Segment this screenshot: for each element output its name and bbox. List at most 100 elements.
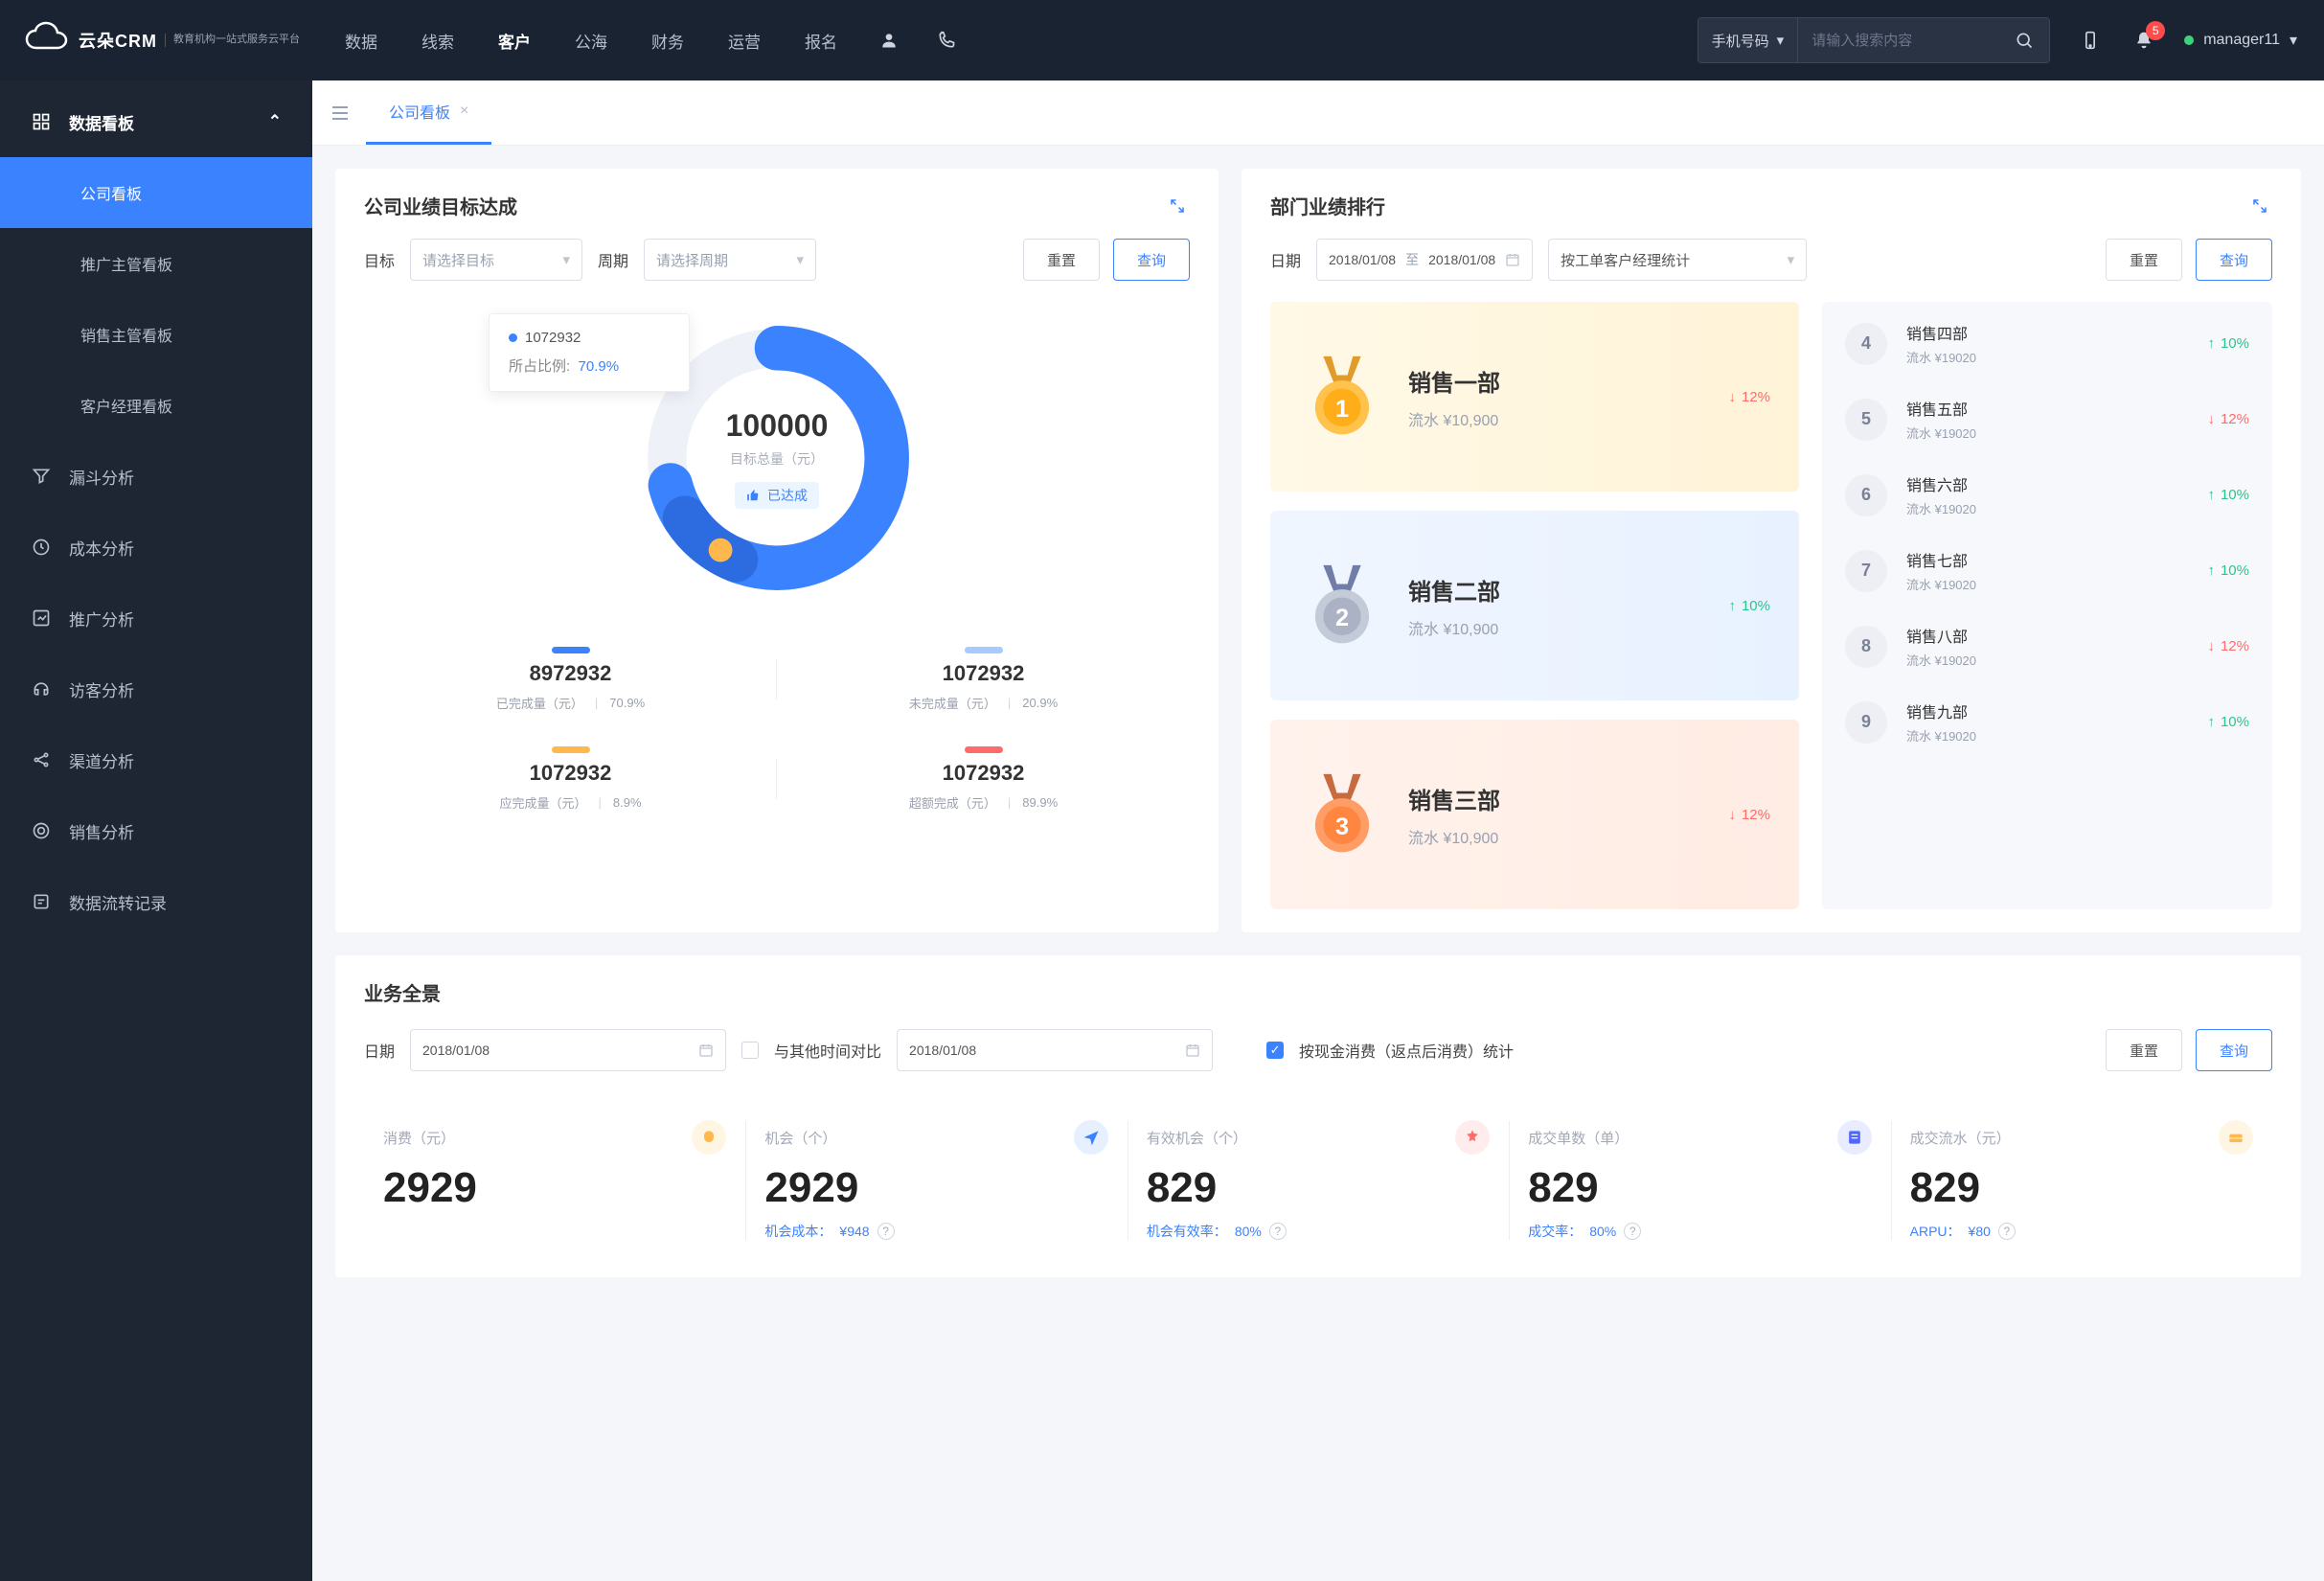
mobile-icon[interactable]	[2077, 27, 2104, 54]
goal-query-button[interactable]: 查询	[1113, 239, 1190, 281]
arrow-up-icon: ↑	[2207, 487, 2215, 503]
arrow-down-icon: ↓	[2207, 411, 2215, 427]
legend-bar-icon	[552, 647, 590, 653]
global-search: 手机号码 ▾	[1697, 17, 2051, 63]
sidebar-item-label: 成本分析	[69, 536, 134, 560]
nav-customer[interactable]: 客户	[498, 29, 531, 53]
stat-value: 1072932	[943, 661, 1025, 686]
help-icon[interactable]: ?	[877, 1223, 895, 1240]
delta-value: 12%	[1742, 389, 1770, 405]
sidebar-group-dashboard[interactable]: 数据看板 ⌃	[0, 86, 312, 157]
sidebar-item-label: 访客分析	[69, 677, 134, 701]
sidebar-item-channel[interactable]: 渠道分析	[0, 724, 312, 795]
silver-medal-icon: 2	[1299, 562, 1385, 649]
search-button[interactable]	[1999, 18, 2049, 62]
overview-query-button[interactable]: 查询	[2196, 1029, 2272, 1071]
search-input[interactable]	[1798, 18, 1999, 62]
chevron-up-icon: ⌃	[268, 112, 282, 131]
date-from: 2018/01/08	[1329, 252, 1396, 267]
metric-value: 2929	[764, 1164, 1107, 1212]
tooltip-value: 1072932	[525, 330, 581, 346]
user-menu[interactable]: manager11 ▾	[2184, 31, 2297, 50]
dashboard-icon	[31, 112, 52, 131]
flow-prefix: 流水	[1408, 831, 1439, 847]
sidebar-item-sales[interactable]: 销售分析	[0, 795, 312, 866]
rank-number: 5	[1845, 399, 1887, 441]
ranking-query-button[interactable]: 查询	[2196, 239, 2272, 281]
help-icon[interactable]: ?	[1624, 1223, 1641, 1240]
sidebar-sub-sales-mgr[interactable]: 销售主管看板	[0, 299, 312, 370]
ranking-reset-button[interactable]: 重置	[2106, 239, 2182, 281]
ranking-list: 1 销售一部流水 ¥10,900 ↓12% 2 销售二部流水 ¥10,900 ↑…	[1270, 302, 2272, 909]
user-icon[interactable]	[876, 27, 902, 54]
logo[interactable]: 云朵CRM 教育机构一站式服务云平台	[23, 21, 310, 59]
ranking-card-title: 部门业绩排行	[1270, 192, 1385, 219]
sidebar-sub-account-mgr[interactable]: 客户经理看板	[0, 370, 312, 441]
sidebar-sub-company[interactable]: 公司看板	[0, 157, 312, 228]
phone-icon[interactable]	[933, 27, 960, 54]
rank-name: 销售五部	[1906, 397, 2188, 420]
logo-subtitle: 教育机构一站式服务云平台	[165, 34, 300, 46]
rank-name: 销售七部	[1906, 548, 2188, 571]
metric-meta: 机会成本：¥948?	[764, 1222, 1107, 1241]
expand-icon[interactable]	[1165, 194, 1190, 218]
nav-public[interactable]: 公海	[575, 29, 607, 53]
metric-value: 829	[1910, 1164, 2253, 1212]
tooltip-ratio-label: 所占比例:	[509, 358, 570, 375]
period-select[interactable]: 请选择周期▾	[644, 239, 816, 281]
nav-signup[interactable]: 报名	[805, 29, 837, 53]
sidebar-item-funnel[interactable]: 漏斗分析	[0, 441, 312, 512]
help-icon[interactable]: ?	[1998, 1223, 2016, 1240]
stat-value: 8972932	[530, 661, 612, 686]
chevron-down-icon: ▾	[1788, 251, 1795, 268]
expand-icon[interactable]	[2247, 194, 2272, 218]
rank-flow: 流水 ¥19020	[1906, 348, 2188, 366]
metric-cell: 有效机会（个） 829 机会有效率：80%?	[1128, 1107, 1509, 1254]
compare-checkbox[interactable]	[741, 1042, 759, 1059]
cash-stat-checkbox[interactable]: ✓	[1266, 1042, 1284, 1059]
collapse-sidebar-button[interactable]	[324, 97, 356, 129]
period-label: 周期	[598, 248, 628, 271]
sidebar-item-dataflow[interactable]: 数据流转记录	[0, 866, 312, 937]
sidebar-item-cost[interactable]: 成本分析	[0, 512, 312, 583]
stat-label: 已完成量（元）	[496, 694, 583, 712]
chevron-down-icon: ▾	[797, 251, 805, 268]
date-to: 2018/01/08	[1428, 252, 1495, 267]
stat-pct: 70.9%	[609, 696, 645, 710]
rank-3: 3 销售三部流水 ¥10,900 ↓12%	[1270, 720, 1799, 909]
tab-company-board[interactable]: 公司看板 ×	[366, 80, 491, 145]
svg-text:2: 2	[1335, 605, 1349, 631]
sidebar-item-label: 销售分析	[69, 819, 134, 843]
rank-flow: 流水 ¥19020	[1906, 424, 2188, 442]
donut-center-value: 100000	[726, 408, 829, 444]
stat-value: 1072932	[530, 761, 612, 786]
sidebar-sub-promo-mgr[interactable]: 推广主管看板	[0, 228, 312, 299]
calendar-icon	[1505, 252, 1520, 267]
rank-row: 9 销售九部流水 ¥19020 ↑10%	[1822, 684, 2272, 760]
top-menu-icons	[876, 27, 960, 54]
delta-value: 10%	[2221, 487, 2249, 503]
metric-icon	[1455, 1120, 1490, 1155]
nav-ops[interactable]: 运营	[728, 29, 761, 53]
rank-delta: ↓12%	[2207, 638, 2249, 654]
overview-reset-button[interactable]: 重置	[2106, 1029, 2182, 1071]
metric-cell: 成交单数（单） 829 成交率：80%?	[1509, 1107, 1890, 1254]
overview-date1[interactable]: 2018/01/08	[410, 1029, 726, 1071]
goal-reset-button[interactable]: 重置	[1023, 239, 1100, 281]
overview-date2[interactable]: 2018/01/08	[897, 1029, 1213, 1071]
bell-icon[interactable]: 5	[2130, 27, 2157, 54]
mode-value: 按工单客户经理统计	[1561, 250, 1690, 270]
date-range-picker[interactable]: 2018/01/08 至 2018/01/08	[1316, 239, 1533, 281]
sidebar-item-visitor[interactable]: 访客分析	[0, 653, 312, 724]
sidebar-item-promo[interactable]: 推广分析	[0, 583, 312, 653]
search-type-select[interactable]: 手机号码 ▾	[1698, 18, 1799, 62]
mode-select[interactable]: 按工单客户经理统计 ▾	[1548, 239, 1807, 281]
nav-data[interactable]: 数据	[345, 29, 377, 53]
close-icon[interactable]: ×	[460, 103, 468, 120]
target-select[interactable]: 请选择目标▾	[410, 239, 582, 281]
nav-leads[interactable]: 线索	[422, 29, 454, 53]
help-icon[interactable]: ?	[1269, 1223, 1287, 1240]
metric-meta: ARPU：¥80?	[1910, 1222, 2253, 1241]
nav-finance[interactable]: 财务	[651, 29, 684, 53]
overview-date-label: 日期	[364, 1039, 395, 1062]
